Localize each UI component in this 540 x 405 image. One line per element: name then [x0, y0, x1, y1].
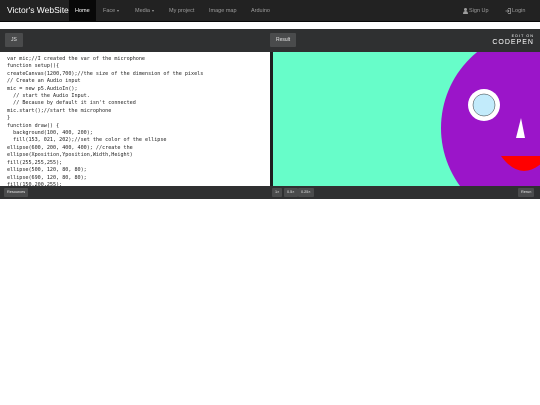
codepen-embed: JS Result EDIT ON CODEPEN var mic;//I cr… — [0, 29, 540, 199]
site-brand[interactable]: Victor's WebSite — [7, 5, 69, 15]
top-navbar: Victor's WebSite Home Face Media My proj… — [0, 0, 540, 22]
resources-button[interactable]: Resources — [4, 188, 29, 197]
login-label: Login — [512, 8, 526, 14]
logo-codepen: CODEPEN — [492, 39, 534, 46]
code-editor[interactable]: var mic;//I created the var of the micro… — [0, 52, 270, 186]
chevron-down-icon — [151, 9, 154, 12]
left-pupil — [472, 93, 496, 117]
logo-edit-on: EDIT ON — [511, 34, 534, 38]
rerun-button[interactable]: Rerun — [518, 188, 535, 197]
sign-up-label: Sign Up — [469, 8, 489, 14]
zoom-05x-button[interactable]: 0.5× — [284, 188, 298, 197]
nav-face[interactable]: Face — [103, 0, 120, 22]
code-text: var mic;//I created the var of the micro… — [7, 56, 204, 186]
sign-up-link[interactable]: Sign Up — [463, 0, 489, 22]
nav-my-project[interactable]: My project — [169, 0, 194, 22]
zoom-1x-button[interactable]: 1× — [272, 188, 283, 197]
chevron-down-icon — [117, 9, 120, 12]
nav-image-map[interactable]: Image map — [209, 0, 237, 22]
nav-arduino[interactable]: Arduino — [251, 0, 270, 22]
tab-result[interactable]: Result — [270, 33, 297, 47]
nav-media-label: Media — [135, 8, 150, 14]
tab-js[interactable]: JS — [5, 33, 23, 47]
nav-face-label: Face — [103, 8, 116, 14]
codepen-logo[interactable]: EDIT ON CODEPEN — [492, 34, 534, 46]
result-preview — [273, 52, 540, 186]
nav-media[interactable]: Media — [135, 0, 154, 22]
embed-header: JS Result EDIT ON CODEPEN — [0, 29, 540, 52]
login-link[interactable]: Login — [505, 0, 525, 22]
zoom-025x-button[interactable]: 0.25× — [298, 188, 314, 197]
face-drawing — [441, 52, 540, 186]
nav-home[interactable]: Home — [69, 0, 96, 22]
embed-footer: Resources 1× 0.5× 0.25× Rerun — [0, 186, 540, 199]
login-icon — [505, 7, 511, 14]
user-icon — [463, 7, 468, 14]
